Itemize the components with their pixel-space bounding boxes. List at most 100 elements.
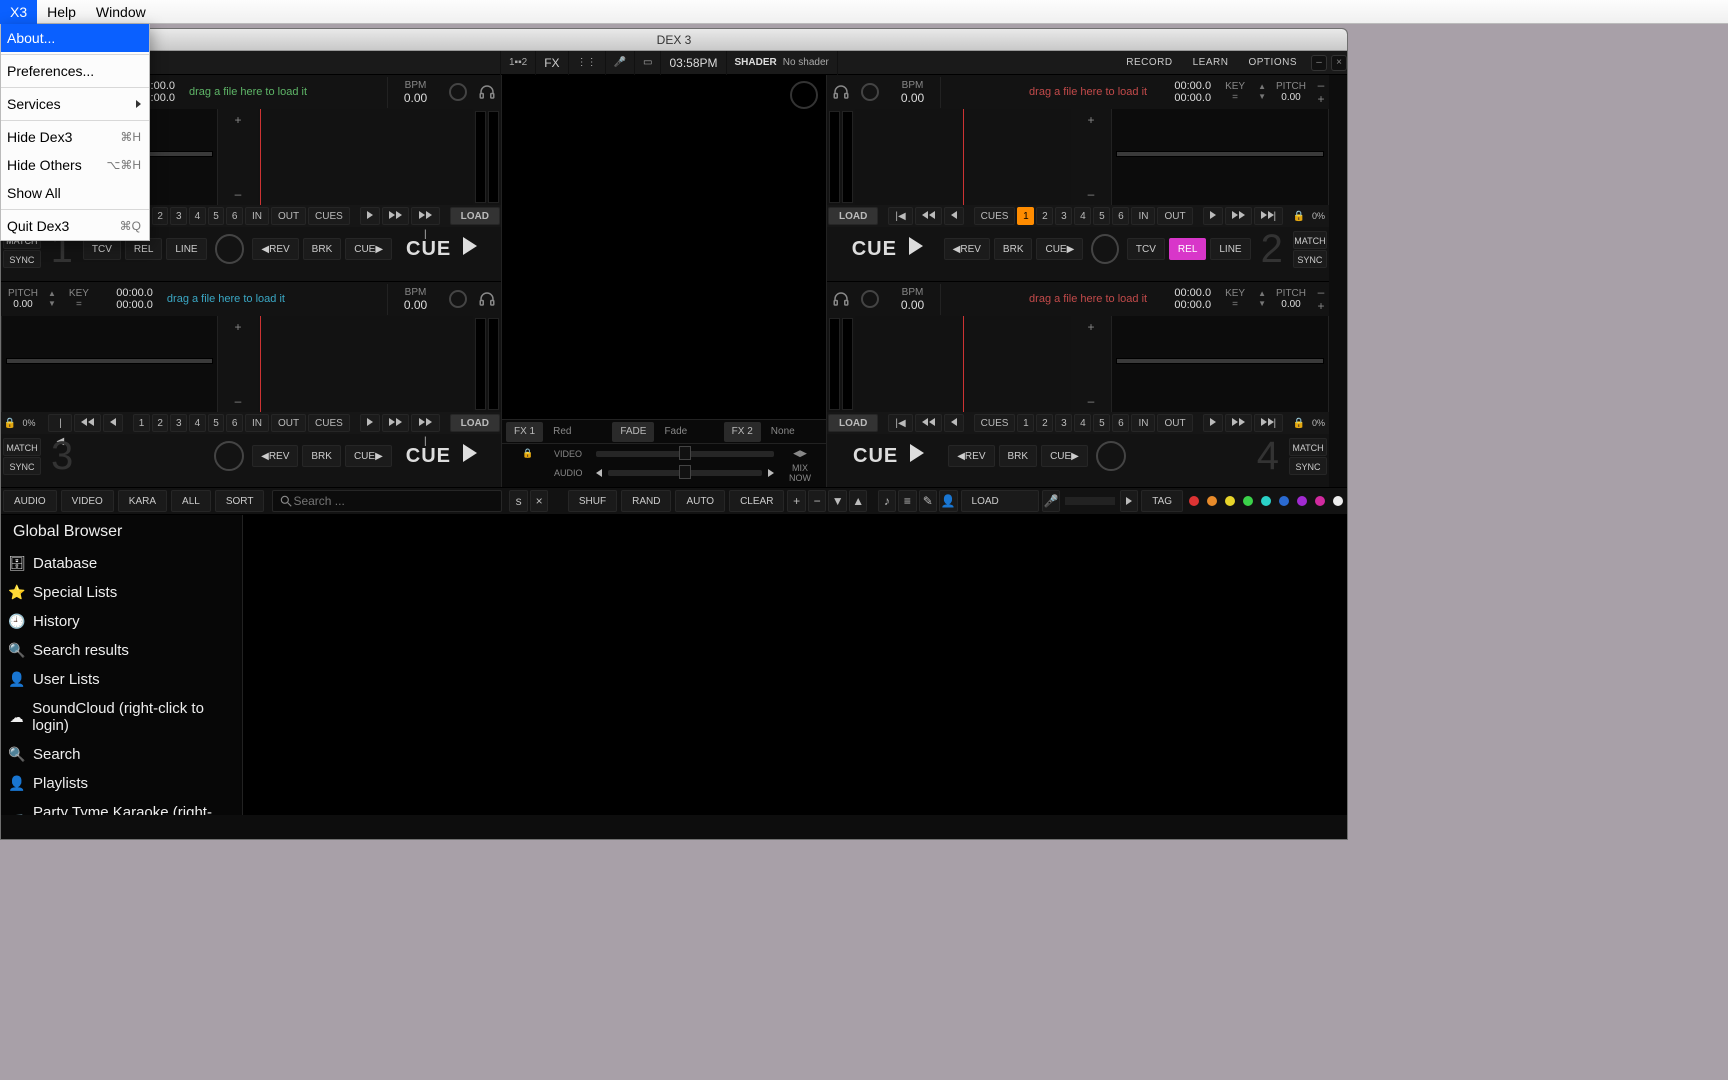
deck-drop-zone[interactable]: drag a file here to load it [941, 293, 1157, 305]
sync-button[interactable]: SYNC [1293, 250, 1327, 268]
skip-start-button[interactable]: |◀ [888, 207, 912, 225]
headphone-cue-button[interactable] [473, 285, 501, 313]
pitch-slider[interactable] [1, 316, 218, 412]
sync-button[interactable]: SYNC [1289, 457, 1327, 475]
pitch-slider[interactable] [1111, 316, 1329, 412]
sidebar-item[interactable]: 👤User Lists [1, 665, 242, 694]
sidebar-item[interactable]: 🔍Search results [1, 636, 242, 665]
tcv-button[interactable]: TCV [83, 238, 121, 260]
menu-about[interactable]: About... [1, 24, 149, 52]
tcv-button[interactable]: TCV [1127, 238, 1165, 260]
sidebar-item[interactable]: 🕘History [1, 607, 242, 636]
pitch-minus[interactable]: – [1318, 78, 1325, 92]
waveform-overview[interactable] [855, 316, 1071, 412]
audio-left-icon[interactable] [596, 469, 602, 477]
app-menu[interactable]: X3 [0, 0, 37, 24]
headphone-cue-button[interactable] [473, 78, 501, 106]
play-button[interactable] [463, 444, 487, 468]
rev-button[interactable]: ◀REV [252, 445, 298, 467]
video-preview[interactable] [502, 75, 826, 419]
hotcue-1[interactable]: 1 [133, 414, 150, 432]
step-fwd-button[interactable] [1203, 207, 1223, 225]
tag-dot[interactable] [1315, 496, 1325, 506]
menu-hide[interactable]: Hide Dex3⌘H [1, 123, 149, 151]
skip-end-button[interactable]: | [411, 207, 440, 225]
pitch-slider[interactable] [1111, 109, 1329, 205]
hotcue-5[interactable]: 5 [1093, 414, 1110, 432]
record-indicator[interactable] [449, 290, 467, 308]
singer-play-button[interactable] [1120, 490, 1138, 512]
sync-button[interactable]: SYNC [3, 457, 41, 475]
cue-fwd-button[interactable]: CUE▶ [345, 445, 392, 467]
hotcue-3[interactable]: 3 [1055, 207, 1072, 225]
step-fwd-button[interactable] [360, 414, 380, 432]
tag-dot[interactable] [1243, 496, 1253, 506]
cues-button[interactable]: CUES [308, 207, 350, 225]
shader-select[interactable]: SHADERNo shader [727, 51, 838, 75]
loop-out-button[interactable]: OUT [1157, 207, 1192, 225]
tab-video[interactable]: VIDEO [61, 490, 114, 512]
rewind-button[interactable] [74, 414, 101, 432]
fx1-button[interactable]: FX 1 [506, 422, 543, 442]
key-nudge[interactable]: ▲▼ [45, 290, 59, 308]
move-down-button[interactable]: ▼ [828, 490, 846, 512]
remove-button[interactable]: − [808, 490, 826, 512]
learn-button[interactable]: LEARN [1183, 57, 1239, 68]
hotcue-2[interactable]: 2 [1036, 207, 1053, 225]
reload-icon[interactable] [1091, 234, 1119, 264]
hotcue-4[interactable]: 4 [1074, 207, 1091, 225]
pitch-minus[interactable]: – [1318, 285, 1325, 299]
reload-icon[interactable] [1096, 441, 1126, 471]
search-clear-button[interactable]: × [530, 490, 548, 512]
load-singer-button[interactable]: LOAD SINGER [961, 490, 1039, 512]
key-nudge[interactable]: ▲▼ [1255, 290, 1269, 308]
close-button[interactable]: × [1331, 55, 1347, 71]
audio-crossfader[interactable] [608, 470, 762, 476]
load-button[interactable]: LOAD [828, 414, 878, 432]
rewind-button[interactable] [915, 207, 942, 225]
mic-icon[interactable]: 🎤 [606, 51, 635, 75]
match-button[interactable]: MATCH [1293, 231, 1327, 249]
fade-button[interactable]: FADE [612, 422, 654, 442]
rel-button[interactable]: REL [125, 238, 162, 260]
lock-icon[interactable]: 🔒 [1290, 207, 1308, 225]
singer-slider[interactable] [1065, 497, 1114, 505]
loop-out-button[interactable]: OUT [1157, 414, 1192, 432]
menu-services[interactable]: Services [1, 90, 149, 118]
step-fwd-button[interactable] [1203, 414, 1223, 432]
fx2-value[interactable]: None [765, 426, 826, 437]
cue-fwd-button[interactable]: CUE▶ [345, 238, 392, 260]
cues-button[interactable]: CUES [308, 414, 350, 432]
video-crossfader[interactable] [596, 451, 774, 457]
ffwd-button[interactable] [1225, 414, 1252, 432]
brk-button[interactable]: BRK [999, 445, 1038, 467]
loop-in-button[interactable]: IN [245, 207, 269, 225]
step-back-button[interactable] [944, 207, 964, 225]
rand-button[interactable]: RAND [621, 490, 671, 512]
match-button[interactable]: MATCH [1289, 438, 1327, 456]
lock-icon[interactable]: 🔒 [508, 448, 548, 459]
minimize-button[interactable]: – [1311, 55, 1327, 71]
rewind-button[interactable] [915, 414, 942, 432]
singer-icon[interactable]: 👤 [939, 490, 957, 512]
tag-dot[interactable] [1261, 496, 1271, 506]
deck-drop-zone[interactable]: drag a file here to load it [157, 293, 387, 305]
hotcue-1[interactable]: 1 [1017, 414, 1034, 432]
line-button[interactable]: LINE [166, 238, 206, 260]
skip-start-button[interactable]: |◀ [888, 414, 912, 432]
ffwd-button[interactable] [382, 414, 409, 432]
menu-show-all[interactable]: Show All [1, 179, 149, 207]
menu-help[interactable]: Help [37, 0, 86, 24]
tab-kara[interactable]: KARA [118, 490, 167, 512]
note-icon[interactable]: ♪ [878, 490, 896, 512]
hotcue-3[interactable]: 3 [170, 207, 187, 225]
hotcue-3[interactable]: 3 [1055, 414, 1072, 432]
loop-in-button[interactable]: IN [1131, 207, 1155, 225]
tab-all[interactable]: ALL [171, 490, 211, 512]
hotcue-6[interactable]: 6 [1112, 414, 1129, 432]
cues-button[interactable]: CUES [974, 414, 1016, 432]
hotcue-4[interactable]: 4 [189, 207, 206, 225]
tab-sort[interactable]: SORT [215, 490, 265, 512]
skip-end-button[interactable]: | [1254, 207, 1284, 225]
hotcue-6[interactable]: 6 [1112, 207, 1129, 225]
